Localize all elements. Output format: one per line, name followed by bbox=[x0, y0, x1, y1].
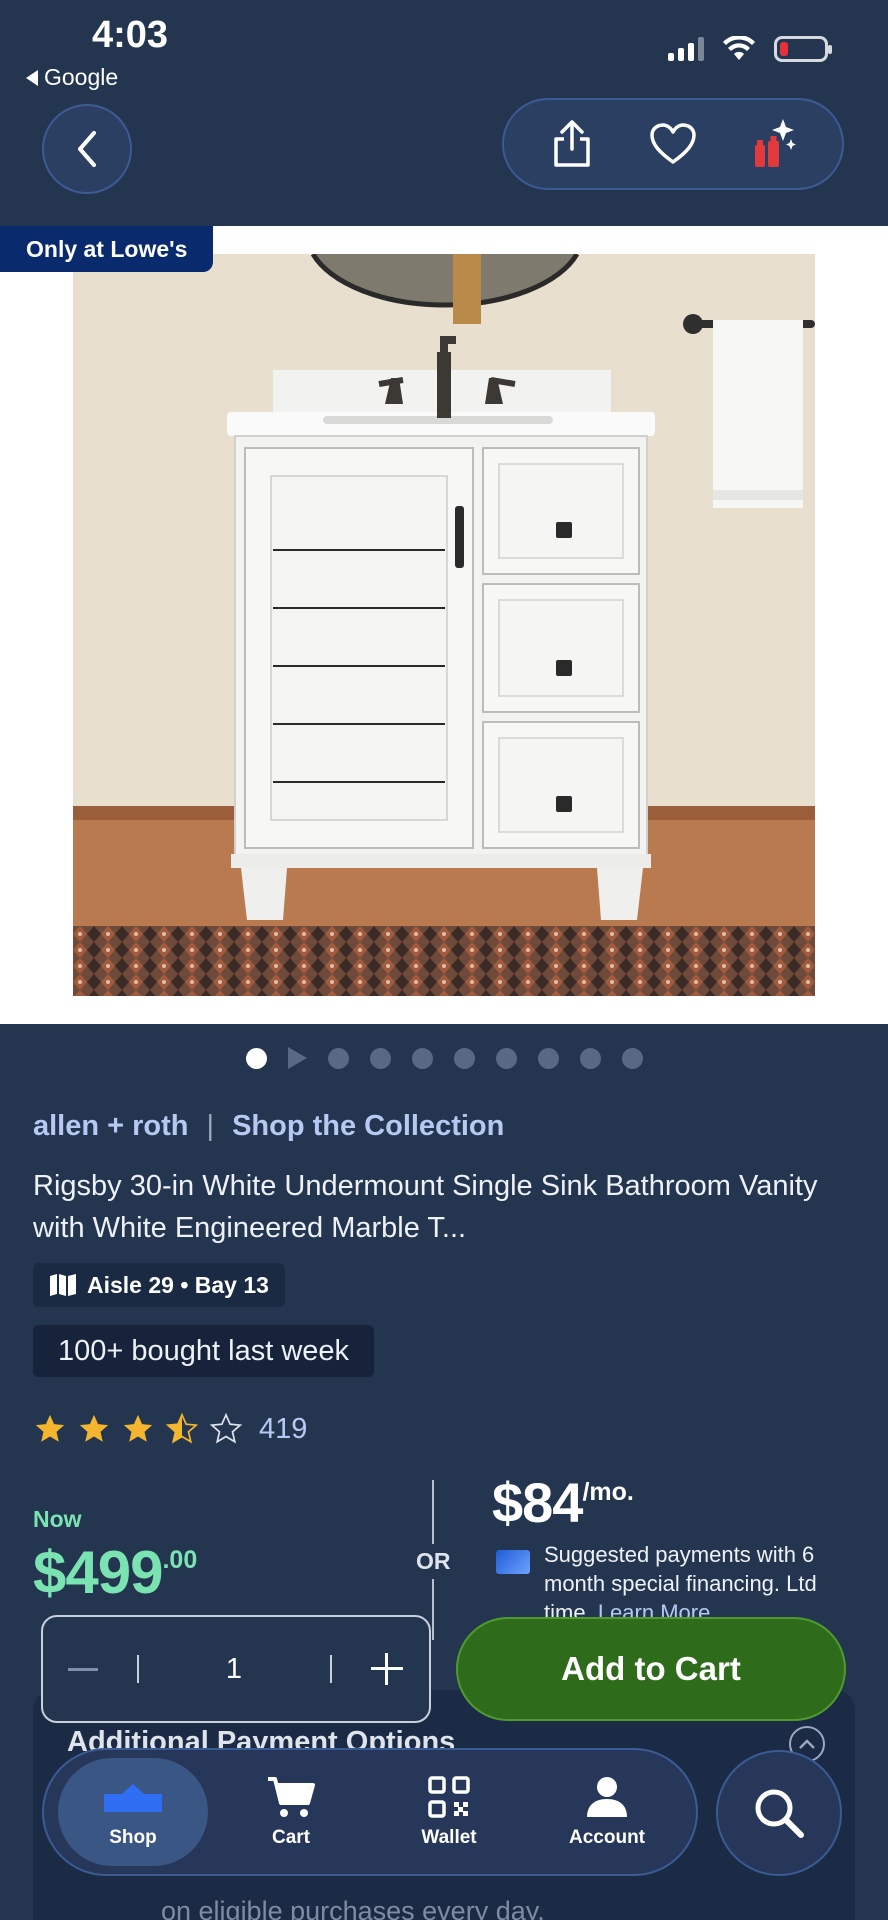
brand-separator: | bbox=[206, 1110, 215, 1142]
cart-icon bbox=[266, 1775, 316, 1819]
rating-row[interactable]: 419 bbox=[33, 1412, 307, 1446]
tab-shop-label: Shop bbox=[109, 1827, 157, 1848]
product-actions bbox=[502, 98, 844, 190]
chevron-up-icon bbox=[799, 1739, 815, 1749]
sparkle-bottles-icon bbox=[754, 119, 796, 167]
carousel-video-dot[interactable] bbox=[287, 1047, 307, 1069]
current-price: $499 .00 bbox=[33, 1538, 197, 1607]
back-to-app-link[interactable]: Google bbox=[26, 64, 118, 91]
carousel-dot-4[interactable] bbox=[369, 1047, 391, 1069]
credit-card-icon bbox=[496, 1550, 530, 1574]
product-image-carousel[interactable]: Only at Lowe's bbox=[0, 226, 888, 1024]
tab-wallet-label: Wallet bbox=[421, 1827, 477, 1848]
search-button[interactable] bbox=[716, 1750, 842, 1876]
monthly-suffix: /mo. bbox=[582, 1478, 634, 1506]
minus-icon bbox=[68, 1667, 98, 1671]
carousel-dot-8[interactable] bbox=[537, 1047, 559, 1069]
status-time: 4:03 bbox=[92, 14, 169, 56]
financing-info: Suggested payments with 6 month special … bbox=[496, 1540, 856, 1620]
tab-account[interactable]: Account bbox=[532, 1758, 682, 1866]
map-icon bbox=[50, 1274, 76, 1296]
quantity-value[interactable]: 1 bbox=[174, 1653, 294, 1686]
carousel-dot-7[interactable] bbox=[495, 1047, 517, 1069]
stepper-divider bbox=[329, 1655, 332, 1683]
carousel-dot-9[interactable] bbox=[579, 1047, 601, 1069]
wifi-icon bbox=[723, 36, 755, 60]
carousel-dot-3[interactable] bbox=[327, 1047, 349, 1069]
carousel-dot-10[interactable] bbox=[621, 1047, 643, 1069]
stepper-divider bbox=[136, 1655, 139, 1683]
aisle-location-badge[interactable]: Aisle 29 • Bay 13 bbox=[33, 1263, 285, 1307]
brand-link[interactable]: allen + roth bbox=[33, 1110, 189, 1143]
qr-code-icon bbox=[427, 1775, 471, 1819]
carousel-dot-6[interactable] bbox=[453, 1047, 475, 1069]
shop-collection-link[interactable]: Shop the Collection bbox=[232, 1110, 504, 1143]
decrease-quantity-button[interactable] bbox=[65, 1651, 101, 1687]
ai-assistant-button[interactable] bbox=[744, 114, 804, 174]
back-triangle-icon bbox=[26, 69, 38, 86]
status-bar: 4:03 Google bbox=[0, 0, 888, 90]
back-button[interactable] bbox=[42, 104, 132, 194]
quantity-stepper: 1 bbox=[41, 1615, 431, 1723]
share-button[interactable] bbox=[542, 114, 602, 174]
brand-line: allen + roth | Shop the Collection bbox=[33, 1110, 504, 1143]
star-full-icon bbox=[35, 1414, 65, 1442]
carousel-dot-1[interactable] bbox=[245, 1047, 267, 1069]
tab-wallet[interactable]: Wallet bbox=[374, 1758, 524, 1866]
add-to-cart-button[interactable]: Add to Cart bbox=[456, 1617, 846, 1721]
monthly-price: $84 /mo. bbox=[492, 1470, 634, 1535]
now-label: Now bbox=[33, 1506, 82, 1532]
increase-quantity-button[interactable] bbox=[367, 1649, 407, 1689]
heart-icon bbox=[650, 123, 696, 164]
additional-payment-text: on eligible purchases every day. bbox=[161, 1896, 545, 1920]
cellular-signal-icon bbox=[668, 37, 704, 61]
star-half-icon bbox=[165, 1412, 199, 1444]
favorite-button[interactable] bbox=[643, 114, 703, 174]
vanity-product-photo bbox=[73, 254, 815, 996]
star-full-icon bbox=[123, 1414, 153, 1442]
chevron-left-icon bbox=[78, 131, 96, 167]
star-full-icon bbox=[79, 1414, 109, 1442]
search-icon bbox=[755, 1789, 804, 1838]
back-app-label: Google bbox=[44, 64, 119, 90]
or-label: OR bbox=[416, 1544, 451, 1579]
product-title: Rigsby 30-in White Undermount Single Sin… bbox=[33, 1170, 818, 1244]
only-at-lowes-badge: Only at Lowe's bbox=[0, 226, 214, 272]
bought-last-week-badge: 100+ bought last week bbox=[33, 1325, 375, 1377]
bottom-tab-bar: Shop Cart Wallet Account bbox=[42, 1748, 698, 1876]
battery-icon bbox=[774, 36, 832, 62]
tab-cart[interactable]: Cart bbox=[216, 1758, 366, 1866]
tab-shop[interactable]: Shop bbox=[58, 1758, 208, 1866]
price-dollars: $499 bbox=[33, 1539, 163, 1606]
share-icon bbox=[554, 120, 591, 167]
account-person-icon bbox=[585, 1775, 629, 1819]
status-icons bbox=[668, 36, 832, 62]
monthly-amount: $84 bbox=[492, 1471, 583, 1534]
carousel-indicator bbox=[0, 1047, 888, 1069]
carousel-dot-5[interactable] bbox=[411, 1047, 433, 1069]
aisle-text: Aisle 29 • Bay 13 bbox=[87, 1271, 269, 1298]
price-cents: .00 bbox=[162, 1546, 198, 1574]
tab-cart-label: Cart bbox=[271, 1827, 310, 1848]
review-count: 419 bbox=[259, 1412, 308, 1445]
product-header bbox=[0, 90, 888, 226]
shop-house-icon bbox=[102, 1775, 164, 1819]
star-empty-icon bbox=[209, 1412, 243, 1444]
tab-account-label: Account bbox=[569, 1827, 645, 1848]
